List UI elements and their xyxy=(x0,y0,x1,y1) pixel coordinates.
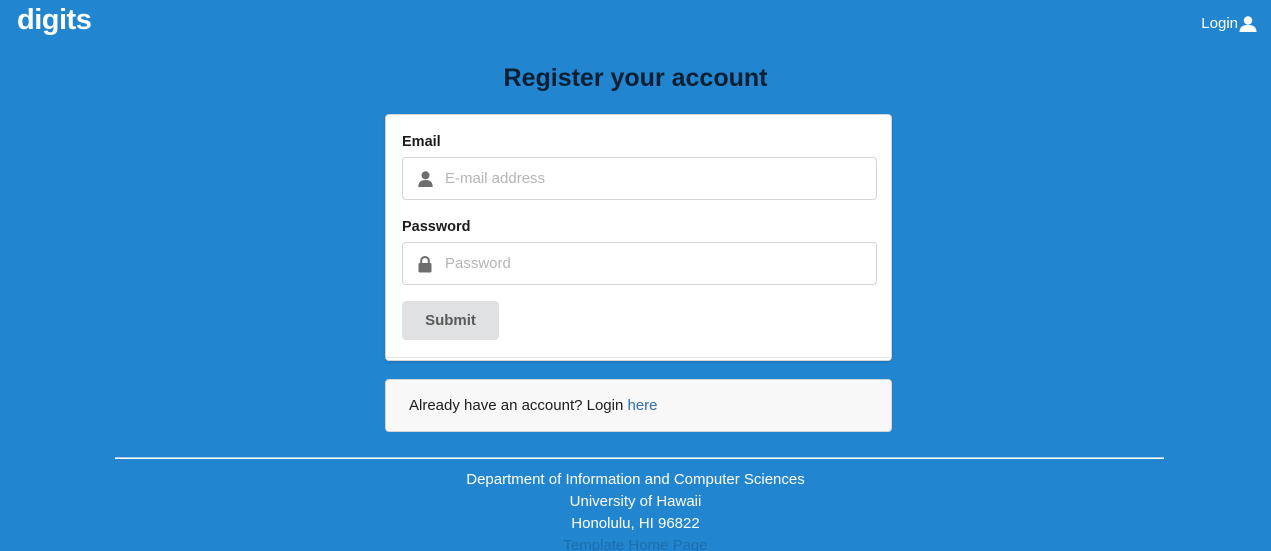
footer-address: Honolulu, HI 96822 xyxy=(571,515,700,532)
footer: Department of Information and Computer S… xyxy=(0,469,1271,551)
page-title: Register your account xyxy=(503,64,768,92)
template-home-link[interactable]: Template Home Page xyxy=(0,535,1271,551)
login-link-label: Login xyxy=(1201,15,1238,32)
user-icon xyxy=(417,170,433,188)
footer-divider xyxy=(115,457,1164,459)
login-here-link[interactable]: here xyxy=(628,397,658,414)
password-field-wrapper xyxy=(402,242,877,285)
email-input[interactable] xyxy=(445,158,865,199)
email-field-wrapper xyxy=(402,157,877,200)
login-message: Already have an account? Login here xyxy=(385,379,892,432)
lock-icon xyxy=(417,255,433,273)
email-label: Email xyxy=(402,134,441,150)
password-input[interactable] xyxy=(445,243,865,284)
password-label: Password xyxy=(402,219,471,235)
user-icon xyxy=(1239,15,1257,32)
navbar: digits Login xyxy=(0,0,1271,48)
card-divider xyxy=(386,357,891,358)
footer-department: Department of Information and Computer S… xyxy=(466,471,805,488)
login-message-text: Already have an account? Login here xyxy=(409,397,658,414)
page: digits Login Register your account Email xyxy=(0,0,1271,551)
login-link[interactable]: Login xyxy=(1201,15,1257,32)
login-message-label: Already have an account? Login xyxy=(409,397,628,414)
register-form: Email Password Submit xyxy=(385,114,892,361)
submit-button[interactable]: Submit xyxy=(402,301,499,340)
brand-logo[interactable]: digits xyxy=(17,4,92,37)
footer-university: University of Hawaii xyxy=(569,493,702,510)
